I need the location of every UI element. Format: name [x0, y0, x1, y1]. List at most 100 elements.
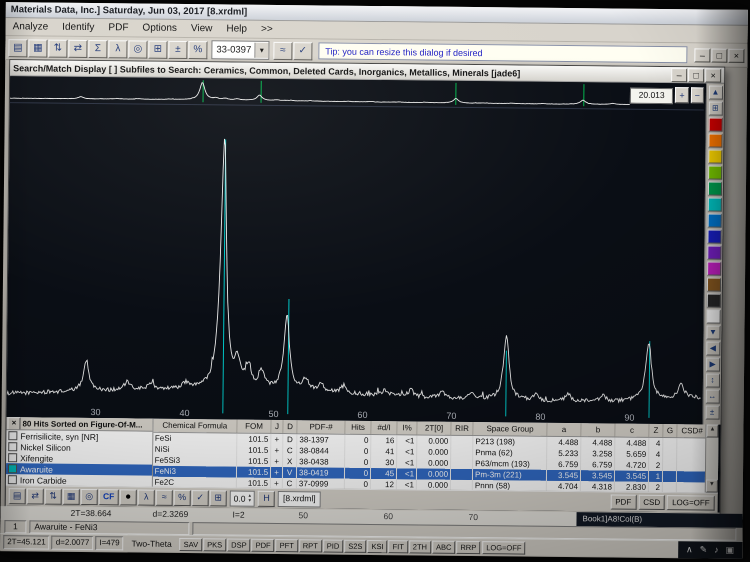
- menu-item-analyze[interactable]: Analyze: [6, 20, 56, 34]
- column-header-chemical-formula[interactable]: Chemical Formula: [152, 418, 238, 434]
- column-header-2t-0[interactable]: 2T[0]: [416, 421, 452, 436]
- status-button-rpt[interactable]: RPT: [298, 538, 322, 552]
- phase-color-swatch[interactable]: [8, 442, 18, 452]
- phase-color-swatch[interactable]: [8, 431, 18, 441]
- status-button-s2s[interactable]: S2S: [344, 539, 367, 553]
- scroll-up-icon[interactable]: ▲: [708, 85, 723, 100]
- palette-color-swatch[interactable]: [706, 293, 721, 308]
- stack-icon[interactable]: ⇅: [44, 488, 62, 505]
- palette-color-swatch[interactable]: [707, 213, 722, 228]
- maximize-button[interactable]: □: [711, 48, 728, 63]
- smooth-icon[interactable]: ≈: [273, 41, 293, 60]
- column-header-c[interactable]: c: [614, 423, 650, 438]
- status-button-abc[interactable]: ABC: [431, 540, 456, 554]
- status-button-pks[interactable]: PKS: [203, 537, 227, 551]
- hits-row[interactable]: Xifengite: [6, 452, 152, 465]
- volume-icon[interactable]: ♪: [714, 545, 719, 555]
- column-header-a[interactable]: a: [546, 422, 582, 437]
- minimize-button[interactable]: –: [671, 67, 688, 82]
- zoom-icon[interactable]: ◎: [128, 39, 148, 59]
- error-bars-icon[interactable]: ±: [168, 40, 188, 59]
- pattern-overlay-icon[interactable]: ▦: [28, 38, 48, 58]
- display-icon[interactable]: ▣: [726, 544, 735, 555]
- xrd-main-plot[interactable]: 30 40 50 60 70 80 90: [6, 103, 704, 424]
- table-scrollbar[interactable]: ▲ ▼: [704, 424, 719, 493]
- sort-icon[interactable]: ⇅: [48, 39, 68, 58]
- compare-icon[interactable]: ⇄: [26, 487, 44, 505]
- column-header-hits[interactable]: Hits: [344, 420, 372, 435]
- grid-icon[interactable]: ⊞: [148, 40, 168, 59]
- column-header-space-group[interactable]: Space Group: [472, 422, 548, 437]
- chevron-down-icon[interactable]: ▾: [254, 42, 269, 58]
- zoom-out-button[interactable]: −: [690, 87, 705, 104]
- column-header-d-i[interactable]: #d/I: [370, 420, 398, 435]
- tile-icon[interactable]: ▦: [62, 488, 80, 505]
- column-header-b[interactable]: b: [580, 423, 616, 438]
- marker-icon[interactable]: ◎: [80, 488, 98, 505]
- palette-color-swatch[interactable]: [707, 149, 722, 164]
- status-button-rrp[interactable]: RRP: [456, 540, 481, 554]
- palette-color-swatch[interactable]: [706, 229, 722, 244]
- column-header-z[interactable]: Z: [648, 423, 664, 438]
- zoom-in-button[interactable]: +: [675, 87, 689, 104]
- expand-vertical-icon[interactable]: ↕: [705, 373, 720, 388]
- palette-color-swatch[interactable]: [707, 165, 722, 180]
- match-table[interactable]: Chemical Formula FOM J D PDF-# Hits #d/I I% 2T[0…: [152, 418, 706, 493]
- wavelength-icon[interactable]: λ: [137, 489, 155, 506]
- column-header-fom[interactable]: FOM: [236, 419, 272, 434]
- menu-item-view[interactable]: View: [184, 22, 220, 35]
- maximize-button[interactable]: □: [688, 67, 705, 82]
- close-button[interactable]: ×: [705, 67, 722, 83]
- close-button[interactable]: ×: [728, 48, 745, 63]
- percent-icon[interactable]: %: [173, 489, 191, 506]
- highlight-button[interactable]: H: [257, 490, 276, 507]
- status-button-fit[interactable]: FIT: [388, 539, 408, 553]
- check-icon[interactable]: ✓: [191, 489, 209, 506]
- status-button-dsp[interactable]: DSP: [227, 537, 251, 552]
- report-icon[interactable]: ▤: [8, 38, 28, 57]
- layout-icon[interactable]: ⊞: [708, 101, 723, 116]
- menu-item-pdf[interactable]: PDF: [101, 21, 135, 34]
- palette-color-swatch[interactable]: [706, 245, 721, 260]
- csd-button[interactable]: CSD: [638, 494, 666, 511]
- phase-color-swatch[interactable]: [8, 453, 18, 463]
- check-icon[interactable]: ✓: [293, 41, 313, 60]
- log-toggle-button[interactable]: LOG=OFF: [667, 495, 715, 511]
- pan-right-icon[interactable]: ▶: [705, 357, 720, 372]
- minimize-button[interactable]: –: [694, 47, 711, 63]
- status-button-pdf[interactable]: PDF: [251, 538, 275, 552]
- column-header-d[interactable]: D: [282, 420, 298, 434]
- phase-color-swatch[interactable]: [7, 464, 18, 474]
- pen-icon[interactable]: ✎: [700, 544, 708, 555]
- hits-row[interactable]: Nickel Silicon: [6, 441, 152, 454]
- column-header-rir[interactable]: RIR: [450, 421, 474, 436]
- column-header-i[interactable]: I%: [396, 421, 418, 435]
- column-header-j[interactable]: J: [270, 419, 284, 434]
- hits-row[interactable]: Ferrisilicite, syn [NR]: [6, 430, 152, 443]
- menu-item-options[interactable]: Options: [135, 21, 184, 35]
- summation-icon[interactable]: Σ: [88, 39, 108, 58]
- column-header-g[interactable]: G: [662, 424, 678, 438]
- status-button-sav[interactable]: SAV: [179, 537, 203, 551]
- spin-down-icon[interactable]: ▾: [248, 497, 251, 503]
- percent-icon[interactable]: %: [188, 40, 208, 59]
- scroll-down-icon[interactable]: ▼: [705, 325, 721, 340]
- expand-horizontal-icon[interactable]: ↔: [705, 389, 720, 404]
- smooth-icon[interactable]: ≈: [155, 489, 173, 506]
- status-button-ksi[interactable]: KSI: [367, 539, 388, 553]
- status-button-pft[interactable]: PFT: [275, 538, 298, 552]
- palette-color-swatch[interactable]: [706, 309, 721, 324]
- pattern-color-button[interactable]: ●: [119, 488, 137, 506]
- offset-spinner[interactable]: 0.0 ▴ ▾: [229, 490, 256, 507]
- tray-expand-icon[interactable]: ∧: [686, 544, 693, 555]
- pan-left-icon[interactable]: ◀: [705, 341, 720, 356]
- scrollbar-track[interactable]: [705, 437, 719, 480]
- palette-color-swatch[interactable]: [707, 181, 722, 196]
- status-button-2th[interactable]: 2TH: [408, 539, 432, 554]
- menu-item-more[interactable]: >>: [254, 23, 280, 36]
- hits-row[interactable]: Awaruite: [5, 463, 152, 476]
- palette-color-swatch[interactable]: [706, 261, 721, 276]
- chemistry-filter-button[interactable]: CF: [98, 488, 119, 505]
- scroll-up-icon[interactable]: ▲: [706, 424, 719, 438]
- wavelength-icon[interactable]: λ: [108, 39, 128, 58]
